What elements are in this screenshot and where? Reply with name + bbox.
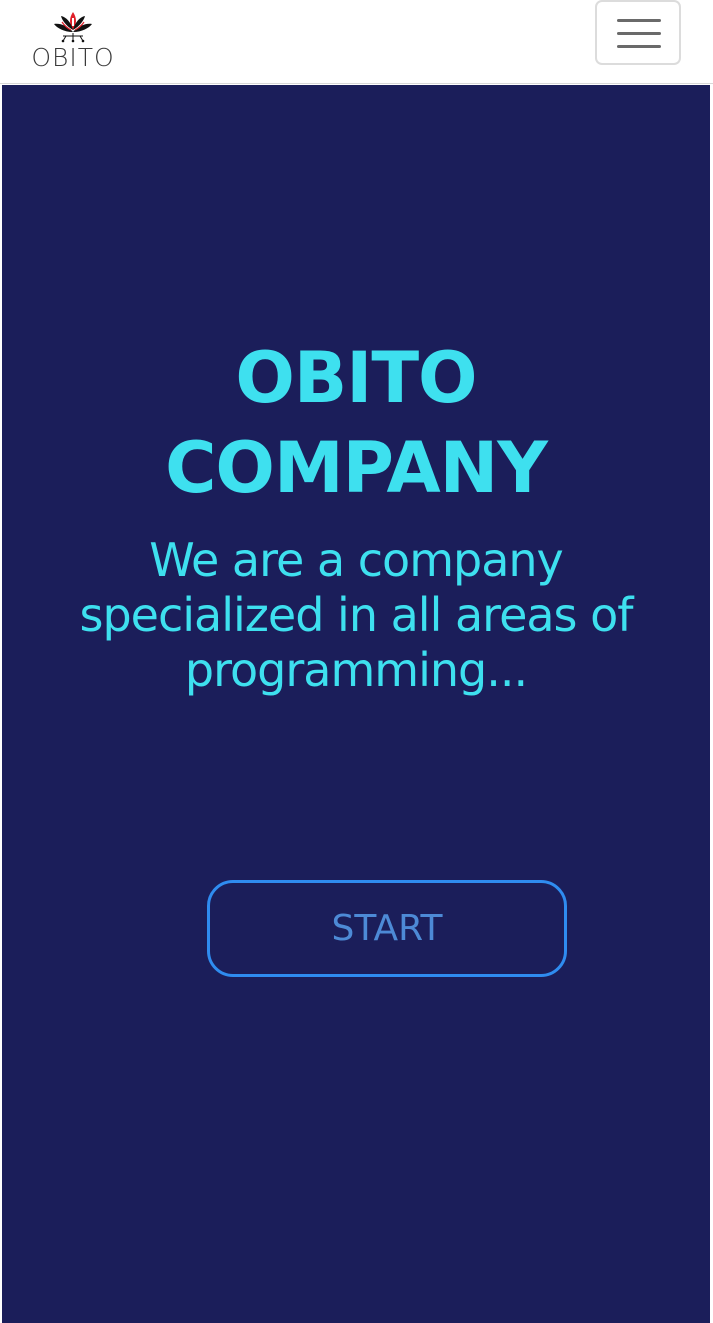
hero-title-line2: COMPANY [165,427,548,509]
navbar: OBITO [0,0,713,84]
brand-logo[interactable]: OBITO [26,10,120,74]
hero-title: OBITO COMPANY [2,333,710,513]
hero-title-line1: OBITO [235,337,477,419]
hero-section: OBITO COMPANY We are a company specializ… [2,85,710,1323]
start-button[interactable]: START [207,880,567,977]
logo-text: OBITO [31,43,115,72]
lotus-logo-icon [54,12,92,43]
hero-subtitle: We are a company specialized in all area… [79,533,634,697]
menu-toggle-button[interactable] [595,0,681,65]
